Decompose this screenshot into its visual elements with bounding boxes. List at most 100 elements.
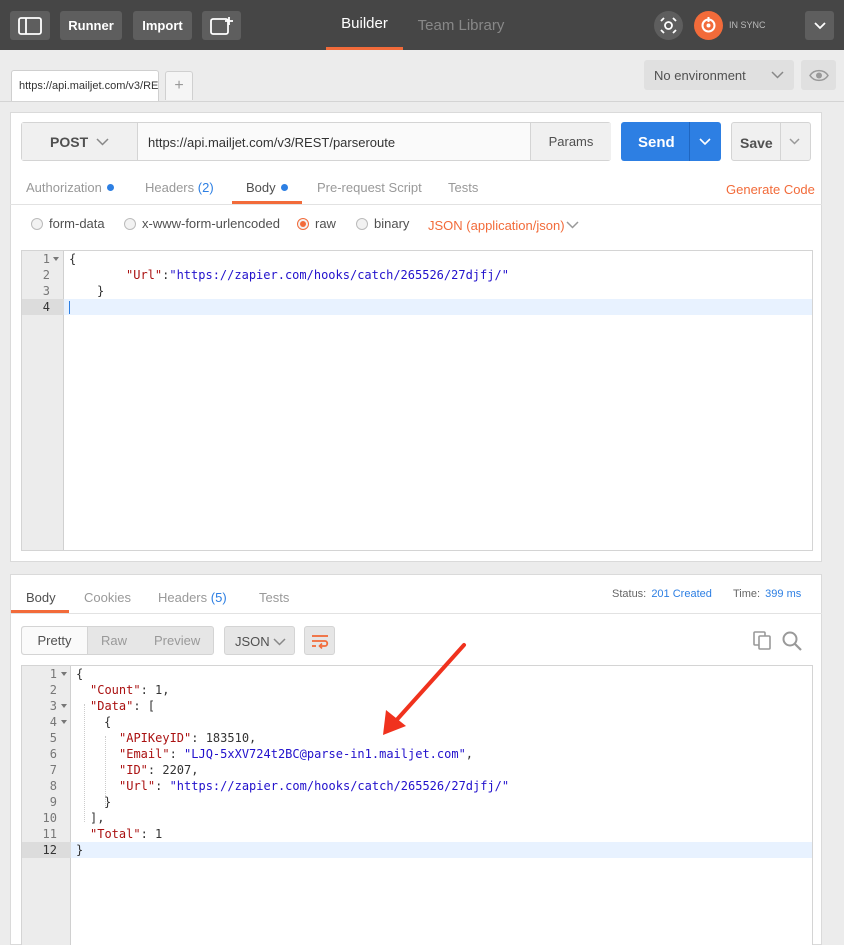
chevron-down-icon[interactable] [566, 221, 579, 229]
active-line-highlight [22, 842, 812, 858]
save-label: Save [740, 135, 773, 151]
body-mode-form-data[interactable]: form-data [31, 216, 105, 231]
headers-count: (2) [197, 180, 214, 195]
content-type-label: JSON (application/json) [428, 218, 565, 233]
content-type-select[interactable]: JSON (application/json) [428, 218, 565, 233]
line-number: 7 [49, 763, 57, 777]
tab-team-library[interactable]: Team Library [410, 0, 512, 50]
json-key: "Total" [90, 827, 141, 841]
line-number: 3 [49, 699, 57, 713]
radio-raw[interactable] [297, 217, 309, 230]
json-colon: : [155, 779, 170, 793]
view-mode-pretty[interactable]: Pretty [22, 627, 88, 654]
add-tab-button[interactable]: + [165, 71, 193, 100]
json-key: "Count" [90, 683, 141, 697]
code-line: } [76, 843, 84, 857]
response-headers-count: (5) [210, 590, 227, 605]
time-value: 399 ms [765, 588, 802, 600]
json-key: "Url" [126, 268, 163, 282]
tab-tests[interactable]: Tests [448, 180, 478, 195]
runner-button[interactable]: Runner [60, 11, 122, 40]
body-mode-urlencoded[interactable]: x-www-form-urlencoded [124, 216, 280, 231]
response-body-viewer[interactable]: 1 2 3 4 5 6 7 8 9 10 11 12 { "Count": 1,… [21, 665, 813, 945]
new-window-icon [209, 16, 233, 35]
request-body-editor[interactable]: 1 2 3 4 { "Url":"https://zapier.com/hook… [21, 250, 813, 551]
sidebar-toggle-button[interactable] [10, 11, 50, 40]
tab-body[interactable]: Body [246, 180, 288, 195]
search-icon[interactable] [782, 631, 802, 651]
code-line: "Url": "https://zapier.com/hooks/catch/2… [119, 779, 509, 793]
response-tab-divider [10, 613, 822, 614]
wrap-lines-button[interactable] [304, 626, 335, 655]
body-mode-binary[interactable]: binary [356, 216, 409, 231]
tab-headers[interactable]: Headers (2) [145, 180, 214, 195]
body-indicator-dot [280, 184, 288, 191]
code-line: "APIKeyID": 183510, [119, 731, 256, 745]
code-line: } [104, 795, 112, 809]
chevron-down-icon[interactable] [699, 138, 711, 145]
status-label: Status: [612, 588, 647, 600]
body-mode-raw[interactable]: raw [297, 216, 336, 231]
fold-icon[interactable] [61, 672, 67, 676]
status-readout: Status: 201 Created [612, 588, 712, 600]
interceptor-button[interactable] [654, 11, 683, 40]
url-input[interactable]: https://api.mailjet.com/v3/REST/parserou… [148, 135, 395, 150]
tab-authorization[interactable]: Authorization [26, 180, 114, 195]
line-number: 4 [49, 715, 57, 729]
radio-binary[interactable] [356, 217, 368, 230]
new-window-button[interactable] [202, 11, 241, 40]
response-tab-tests[interactable]: Tests [259, 590, 289, 605]
top-bar: Runner Import Builder Team Library IN SY… [0, 0, 844, 50]
save-button[interactable]: Save [731, 122, 811, 161]
copy-icon[interactable] [753, 631, 771, 650]
fold-icon[interactable] [61, 704, 67, 708]
send-button[interactable]: Send [621, 122, 721, 161]
satellite-icon [660, 17, 677, 34]
auth-indicator-dot [106, 184, 114, 191]
tab-prerequest-script[interactable]: Pre-request Script [317, 180, 422, 195]
params-button[interactable]: Params [530, 123, 611, 160]
response-tab-headers[interactable]: Headers (5) [158, 590, 227, 605]
import-button[interactable]: Import [133, 11, 192, 40]
tab-headers-label: Headers [145, 180, 195, 195]
chevron-down-icon[interactable] [789, 138, 800, 145]
environment-selected-label: No environment [654, 68, 746, 83]
line-number: 10 [42, 811, 57, 825]
sync-status-button[interactable] [694, 11, 723, 40]
json-rest: : 1, [140, 683, 170, 697]
response-tab-cookies[interactable]: Cookies [84, 590, 131, 605]
json-string: "LJQ-5xXV724t2BC@parse-in1.mailjet.com" [184, 747, 466, 761]
line-number: 12 [42, 843, 57, 857]
code-line: "Count": 1, [90, 683, 169, 697]
raw-label: raw [315, 216, 336, 231]
code-line: { [104, 715, 112, 729]
status-value: 201 Created [651, 588, 712, 600]
environment-quicklook-button[interactable] [801, 60, 836, 90]
subtab-divider [10, 204, 822, 205]
line-number: 2 [49, 683, 57, 697]
radio-urlencoded[interactable] [124, 217, 136, 230]
method-select[interactable]: POST [22, 123, 138, 160]
code-line: { [76, 667, 84, 681]
json-key: "Url" [119, 779, 156, 793]
radio-form-data[interactable] [31, 217, 43, 230]
menu-button[interactable] [805, 11, 834, 40]
generate-code-link[interactable]: Generate Code [726, 182, 815, 197]
line-number: 4 [42, 300, 50, 314]
fold-icon[interactable] [61, 720, 67, 724]
json-string: "https://zapier.com/hooks/catch/265526/2… [169, 268, 509, 282]
send-divider [689, 122, 690, 161]
response-tab-body[interactable]: Body [26, 590, 56, 605]
json-rest: : 183510, [191, 731, 257, 745]
view-mode-raw[interactable]: Raw [101, 627, 127, 654]
json-rest: : [ [133, 699, 156, 713]
line-number: 9 [49, 795, 57, 809]
tab-builder[interactable]: Builder [326, 0, 403, 50]
indent-guide [84, 704, 85, 822]
environment-select[interactable]: No environment [644, 60, 794, 90]
format-select[interactable]: JSON [224, 626, 295, 655]
view-mode-preview[interactable]: Preview [154, 627, 200, 654]
fold-icon[interactable] [53, 257, 59, 261]
json-colon: : [169, 747, 185, 761]
request-tab[interactable]: https://api.mailjet.com/v3/REST/parserou… [11, 70, 159, 101]
